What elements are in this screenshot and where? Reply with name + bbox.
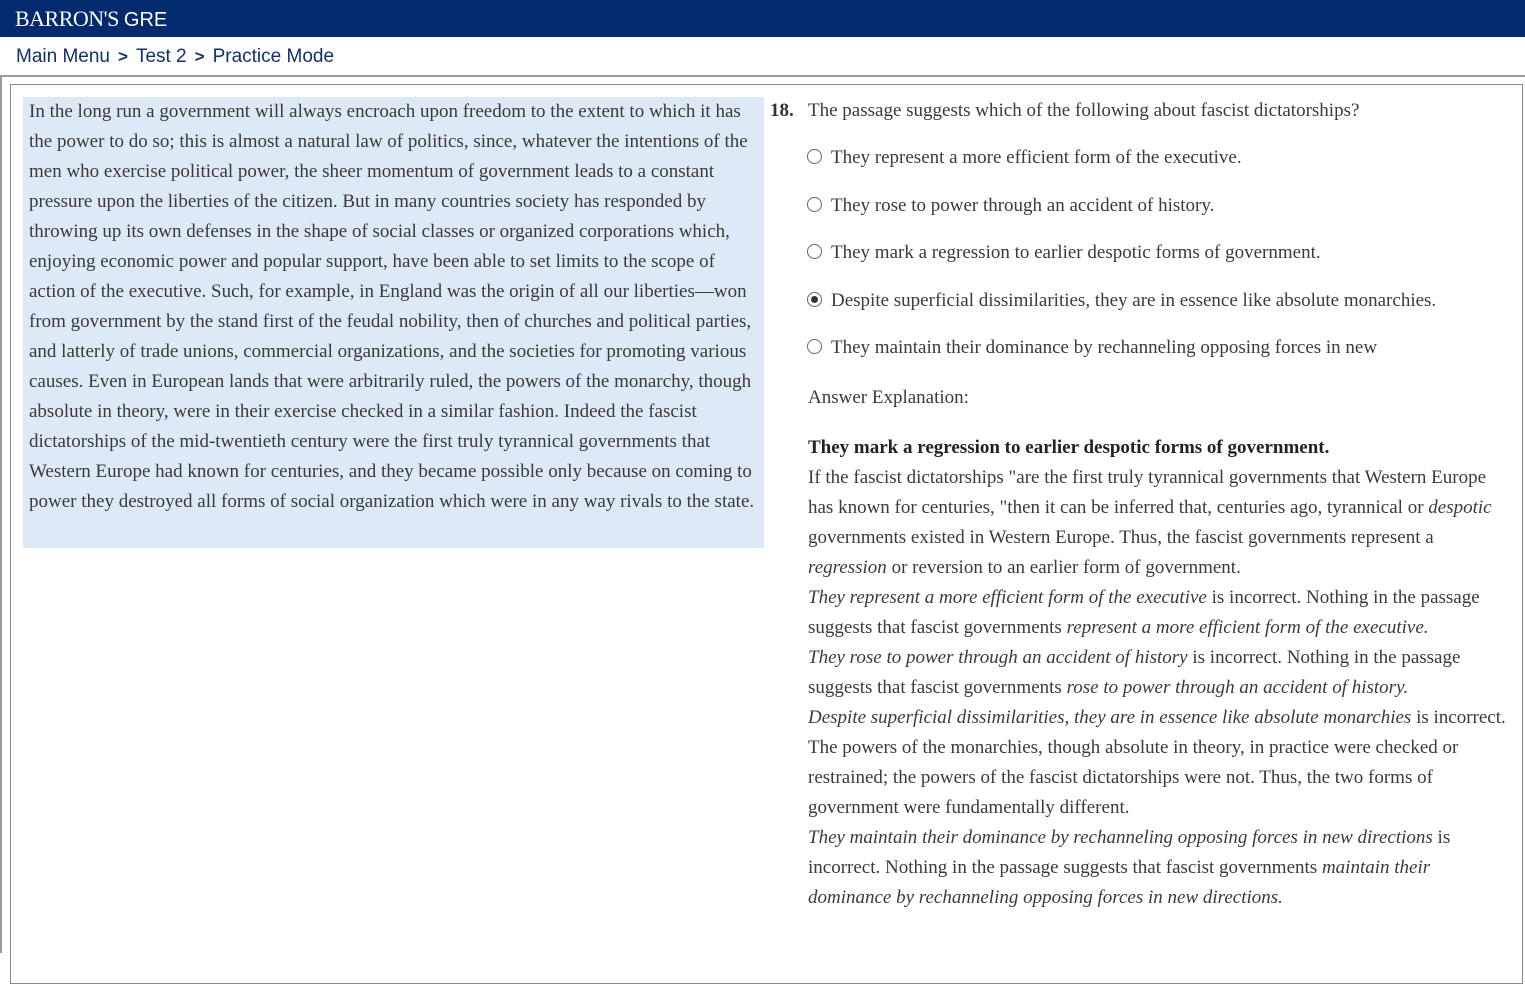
explanation-text: If the fascist dictatorships "are the fi… <box>808 467 1487 518</box>
choice-text: Despite superficial dissimilarities, the… <box>831 290 1437 311</box>
radio-button[interactable] <box>807 244 822 259</box>
brand-logo: BARRON'S GRE <box>15 4 167 34</box>
explanation-text: governments existed in Western Europe. T… <box>808 527 1434 548</box>
explanation-paragraph: They represent a more efficient form of … <box>808 583 1508 643</box>
question-number: 18. <box>770 100 794 121</box>
reading-passage: In the long run a government will always… <box>23 97 764 548</box>
radio-button[interactable] <box>807 339 822 354</box>
answer-choice-a[interactable]: They represent a more efficient form of … <box>807 146 1517 172</box>
explanation-emphasis: despotic <box>1428 497 1492 518</box>
radio-button[interactable] <box>807 149 822 164</box>
question-stem: The passage suggests which of the follow… <box>808 100 1360 121</box>
explanation-emphasis: They represent a more efficient form of … <box>808 587 1207 608</box>
explanation-text: or reversion to an earlier form of gover… <box>886 557 1241 578</box>
answer-choice-c[interactable]: They mark a regression to earlier despot… <box>807 241 1517 267</box>
answer-choice-e[interactable]: They maintain their dominance by rechann… <box>807 336 1517 362</box>
brand-name: BARRON'S <box>15 6 119 31</box>
radio-button[interactable] <box>807 197 822 212</box>
breadcrumb-practice-mode[interactable]: Practice Mode <box>213 46 334 67</box>
explanation-emphasis: Despite superficial dissimilarities, the… <box>808 707 1412 728</box>
explanation-paragraph: They maintain their dominance by rechann… <box>808 823 1508 913</box>
left-border <box>0 75 2 953</box>
passage-text: In the long run a government will always… <box>29 101 755 512</box>
explanation-paragraph: They rose to power through an accident o… <box>808 643 1508 703</box>
explanation-paragraph: Despite superficial dissimilarities, the… <box>808 703 1508 823</box>
explanation-emphasis: rose to power through an accident of his… <box>1066 677 1409 698</box>
answer-choice-b[interactable]: They rose to power through an accident o… <box>807 194 1517 220</box>
choice-text: They rose to power through an accident o… <box>831 195 1215 216</box>
explanation-paragraph: If the fascist dictatorships "are the fi… <box>808 463 1508 583</box>
header-divider <box>0 75 1525 77</box>
explanation-emphasis: regression <box>808 557 887 578</box>
answer-choice-d[interactable]: Despite superficial dissimilarities, the… <box>807 289 1517 315</box>
explanation-emphasis: represent a more efficient form of the e… <box>1066 617 1429 638</box>
breadcrumb-main-menu[interactable]: Main Menu <box>16 46 110 67</box>
breadcrumb-separator: > <box>194 47 205 66</box>
explanation-emphasis: They maintain their dominance by rechann… <box>808 827 1433 848</box>
answer-explanation: They mark a regression to earlier despot… <box>808 433 1508 913</box>
choice-text: They maintain their dominance by rechann… <box>831 337 1378 358</box>
app-header: BARRON'S GRE <box>0 0 1525 37</box>
choice-text: They represent a more efficient form of … <box>831 147 1242 168</box>
breadcrumb-separator: > <box>118 47 128 66</box>
radio-button-selected[interactable] <box>807 292 822 307</box>
explanation-heading: Answer Explanation: <box>808 387 969 408</box>
choice-text: They mark a regression to earlier despot… <box>831 242 1321 263</box>
correct-answer: They mark a regression to earlier despot… <box>808 437 1330 458</box>
product-name: GRE <box>123 9 168 31</box>
breadcrumb: Main Menu > Test 2 > Practice Mode <box>16 44 334 70</box>
breadcrumb-test[interactable]: Test 2 <box>136 46 187 67</box>
explanation-emphasis: They rose to power through an accident o… <box>808 647 1188 668</box>
